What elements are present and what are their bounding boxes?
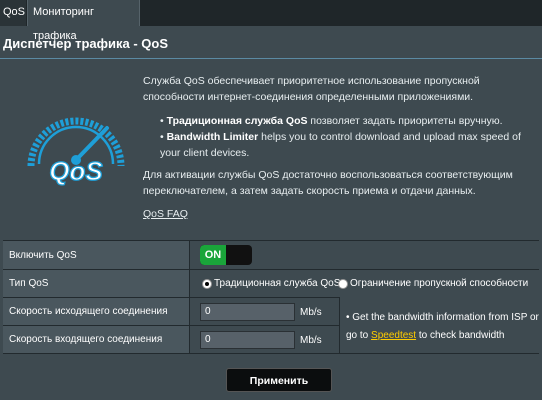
title-divider [0, 58, 542, 59]
note-text-after: to check bandwidth [416, 330, 505, 341]
radio-traditional-label: Традиционная служба QoS [214, 278, 341, 289]
download-speed-label: Скорость входящего соединения [3, 326, 190, 353]
logo-text: QoS [49, 156, 103, 186]
tab-bar: QoS Мониторинг трафика [0, 0, 542, 42]
apply-button[interactable]: Применить [226, 368, 332, 392]
bullet1-text: позволяет задать приоритеты вручную. [307, 115, 503, 127]
radio-traditional-qos[interactable]: Традиционная служба QoS [202, 278, 340, 289]
download-unit: Mb/s [300, 335, 322, 346]
speedtest-link[interactable]: Speedtest [371, 330, 416, 341]
upload-speed-label: Скорость исходящего соединения [3, 298, 190, 325]
bullet-bandwidth-limiter: • Bandwidth Limiter helps you to control… [160, 131, 521, 159]
qos-logo-icon: QoS [27, 117, 125, 187]
tab-qos[interactable]: QoS [0, 0, 26, 26]
page-title: Диспетчер трафика - QoS [3, 36, 169, 51]
toggle-on-label: ON [200, 245, 226, 265]
qos-settings-table: Включить QoS ON Тип QoS Традиционная слу… [3, 240, 539, 354]
upload-speed-input[interactable]: 0 [200, 303, 295, 321]
qos-description: Служба QoS обеспечивает приоритетное исп… [143, 73, 538, 105]
qos-faq-link[interactable]: QoS FAQ [143, 208, 188, 220]
radio-unselected-icon [338, 278, 348, 289]
bandwidth-note: • Get the bandwidth information from ISP… [339, 297, 539, 353]
radio-selected-icon [202, 278, 212, 289]
row-qos-type: Тип QoS Традиционная служба QoS Ограниче… [3, 270, 539, 298]
intro-text: Служба QoS обеспечивает приоритетное исп… [143, 75, 480, 103]
tab-traffic-monitor[interactable]: Мониторинг трафика [27, 0, 140, 42]
activation-text: Для активации службы QoS достаточно восп… [143, 169, 513, 197]
download-speed-input[interactable]: 0 [200, 331, 295, 349]
enable-qos-toggle[interactable]: ON [200, 245, 252, 265]
enable-qos-label: Включить QoS [3, 241, 190, 269]
bullet-traditional: • Традиционная служба QoS позволяет зада… [160, 115, 503, 127]
upload-unit: Mb/s [300, 307, 322, 318]
qos-type-label: Тип QoS [3, 270, 190, 297]
bullet2-title: Bandwidth Limiter [166, 131, 259, 143]
radio-bandwidth-label: Ограничение пропускной способности [350, 278, 529, 289]
radio-bandwidth-limiter[interactable]: Ограничение пропускной способности [338, 278, 528, 289]
bullet1-title: Традиционная служба QoS [166, 115, 308, 127]
row-enable-qos: Включить QoS ON [3, 241, 539, 270]
